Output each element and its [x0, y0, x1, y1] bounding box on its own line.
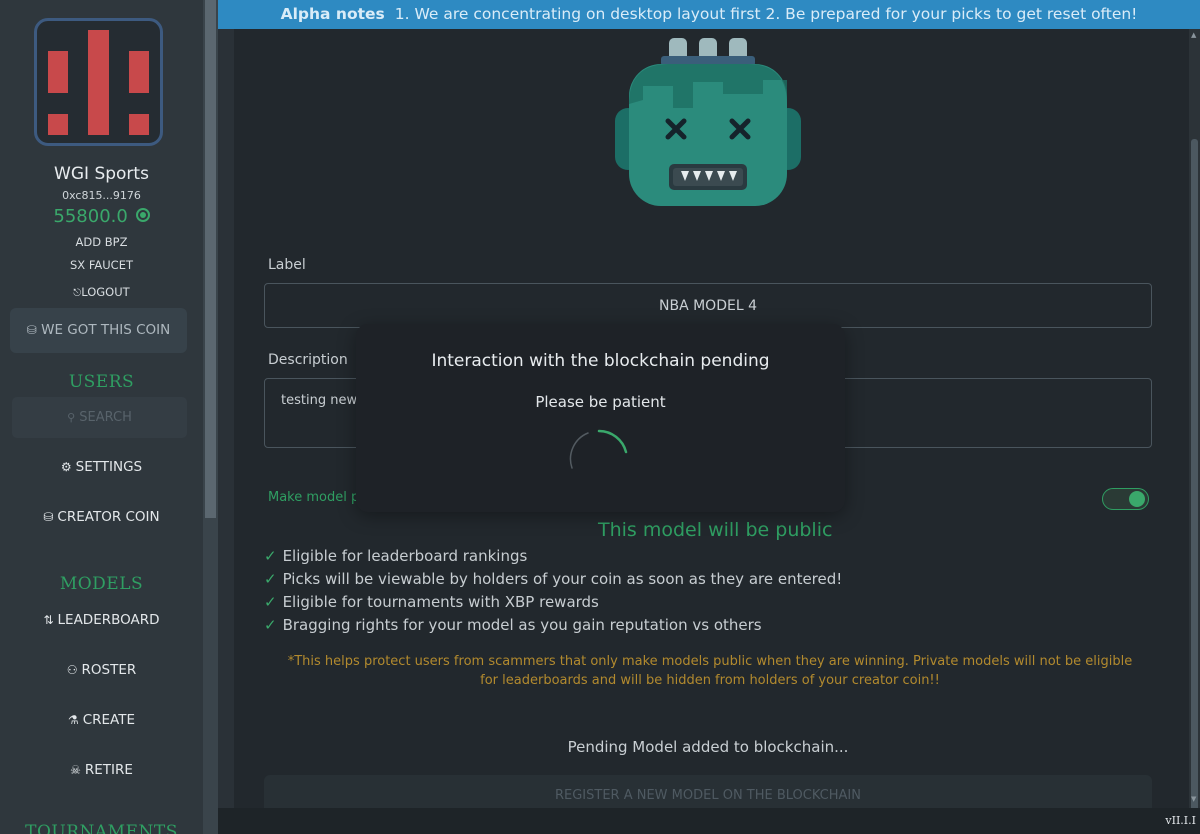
sx-faucet-link[interactable]: SX FAUCET — [0, 258, 203, 272]
roster-label: ROSTER — [81, 662, 137, 678]
sidebar: WGI Sports 0xc815...9176 55800.0 ADD BPZ… — [0, 0, 203, 834]
benefit-text: Picks will be viewable by holders of you… — [282, 570, 843, 588]
label-field-title: Label — [268, 257, 306, 273]
benefit-text: Eligible for tournaments with XBP reward… — [282, 593, 599, 611]
make-public-label: Make model p — [268, 490, 360, 505]
sidebar-scroll-thumb[interactable] — [205, 0, 216, 518]
skull-icon: ☠ — [70, 763, 81, 777]
benefit-item: ✓ Eligible for leaderboard rankings — [264, 547, 527, 565]
check-icon: ✓ — [264, 593, 277, 611]
balance-value: 55800.0 — [53, 206, 128, 227]
label-input[interactable]: NBA MODEL 4 — [264, 283, 1152, 328]
wallet-address[interactable]: 0xc815...9176 — [0, 189, 203, 202]
flask-icon: ⚗ — [67, 713, 79, 727]
content-gutter — [218, 29, 234, 808]
blockchain-pending-modal: Interaction with the blockchain pending … — [356, 324, 845, 512]
public-model-disclaimer: *This helps protect users from scammers … — [287, 654, 1133, 688]
sidebar-scrollbar[interactable] — [203, 0, 218, 834]
sidebar-item-create[interactable]: ⚗ CREATE — [0, 712, 203, 728]
pending-status-text: Pending Model added to blockchain... — [567, 738, 849, 756]
public-toggle[interactable] — [1102, 488, 1149, 510]
sidebar-item-leaderboard[interactable]: ⇅ LEADERBOARD — [0, 612, 203, 628]
creator-coin-label: CREATOR COIN — [57, 509, 160, 525]
sidebar-item-retire[interactable]: ☠ RETIRE — [0, 762, 203, 778]
search-button[interactable]: ⚲ SEARCH — [12, 397, 187, 438]
benefit-item: ✓ Bragging rights for your model as you g… — [264, 616, 762, 634]
coin-icon — [135, 208, 150, 222]
alpha-notes-bar: Alpha notes 1. We are concentrating on de… — [218, 0, 1200, 29]
users-heading: USERS — [68, 372, 135, 392]
settings-label: SETTINGS — [75, 459, 143, 475]
sort-icon: ⇅ — [43, 613, 54, 627]
version-label: vII.I.I — [1165, 814, 1196, 827]
alpha-notes-title: Alpha notes — [280, 5, 385, 23]
sidebar-item-settings[interactable]: ⚙ SETTINGS — [0, 459, 203, 475]
coin-stack-icon: ⛁ — [26, 323, 37, 337]
logout-label: LOGOUT — [81, 285, 130, 299]
search-label: SEARCH — [79, 410, 132, 425]
check-icon: ✓ — [264, 570, 277, 588]
leaderboard-label: LEADERBOARD — [57, 612, 160, 628]
modal-subtitle: Please be patient — [535, 393, 666, 411]
check-icon: ✓ — [264, 616, 277, 634]
loading-spinner-icon — [569, 429, 628, 469]
page-scrollbar[interactable]: ▲ ▼ — [1189, 29, 1200, 829]
benefit-text: Bragging rights for your model as you ga… — [282, 616, 762, 634]
retire-label: RETIRE — [84, 762, 133, 778]
brand-logo[interactable] — [34, 18, 163, 146]
tournaments-heading: TOURNAMENTS — [25, 822, 178, 834]
toggle-knob — [1129, 491, 1145, 507]
benefit-text: Eligible for leaderboard rankings — [282, 547, 528, 565]
benefit-item: ✓ Eligible for tournaments with XBP rewar… — [264, 593, 599, 611]
robot-group-icon: ⚇ — [66, 663, 78, 677]
models-heading: MODELS — [59, 574, 144, 594]
public-status-title: This model will be public — [598, 519, 833, 541]
logout-link[interactable]: ⎋LOGOUT — [0, 285, 203, 299]
benefit-item: ✓ Picks will be viewable by holders of yo… — [264, 570, 842, 588]
create-label: CREATE — [82, 712, 136, 728]
gear-icon: ⚙ — [60, 460, 72, 474]
alpha-notes-text: 1. We are concentrating on desktop layou… — [394, 5, 1138, 23]
sidebar-item-roster[interactable]: ⚇ ROSTER — [0, 662, 203, 678]
page-scroll-thumb[interactable] — [1191, 139, 1198, 829]
we-got-this-coin-label: WE GOT THIS COIN — [41, 322, 171, 338]
user-search-icon: ⚲ — [67, 411, 76, 424]
user-name: WGI Sports — [54, 164, 149, 184]
scroll-up-icon[interactable]: ▲ — [1191, 31, 1196, 39]
description-field-title: Description — [268, 352, 348, 368]
balance: 55800.0 — [0, 206, 203, 227]
robot-avatar-icon — [615, 38, 801, 206]
check-icon: ✓ — [264, 547, 277, 565]
footer-bar — [218, 808, 1200, 834]
scroll-down-icon[interactable]: ▼ — [1191, 795, 1196, 803]
we-got-this-coin-button[interactable]: ⛁ WE GOT THIS COIN — [10, 308, 187, 353]
sidebar-item-creator-coin[interactable]: ⛁ CREATOR COIN — [0, 509, 203, 525]
coin-stack-icon: ⛁ — [43, 510, 54, 524]
add-bpz-link[interactable]: ADD BPZ — [0, 235, 203, 249]
modal-title: Interaction with the blockchain pending — [431, 351, 770, 371]
